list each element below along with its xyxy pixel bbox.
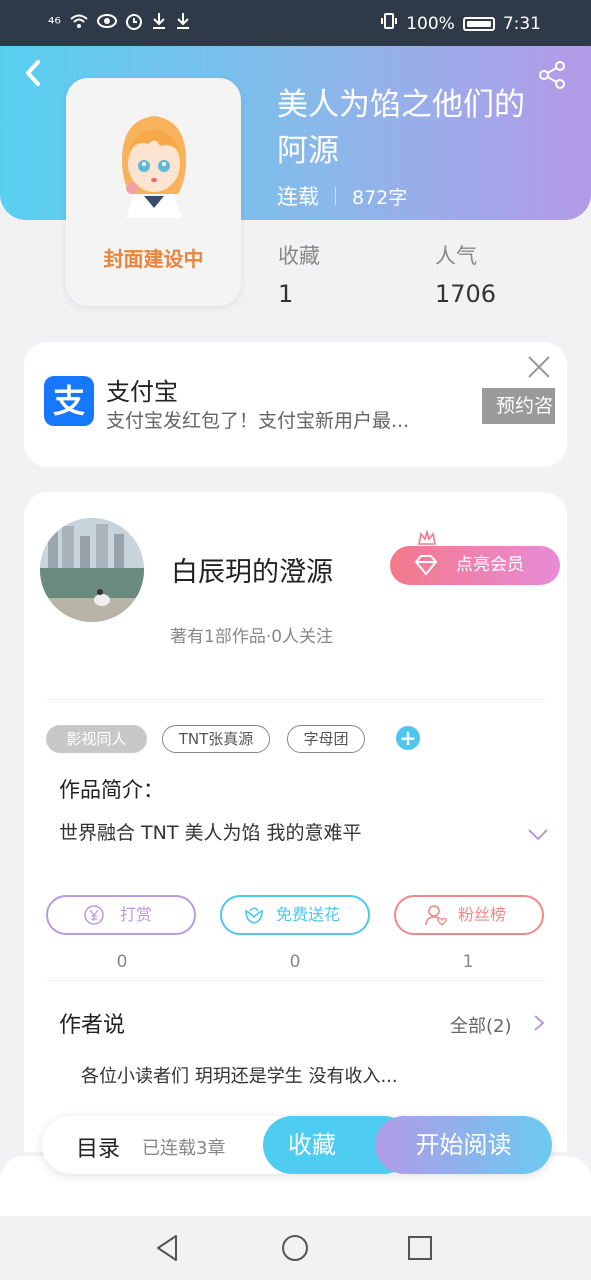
clock: 7:31 <box>502 13 541 34</box>
cover-placeholder-text: 封面建设中 <box>103 247 204 271</box>
author-say-title: 作者说 <box>59 1013 126 1038</box>
battery-icon <box>462 16 495 31</box>
battery-percent: 100% <box>406 13 455 34</box>
status-bar-left: ⁴⁶ <box>48 12 191 35</box>
tip-count: 0 <box>116 952 128 972</box>
author-say-text[interactable]: 各位小读者们 玥玥还是学生 没有收入... <box>81 1062 398 1088</box>
toc-button[interactable]: 目录 <box>76 1131 120 1163</box>
author-card: 白辰玥的澄源 点亮会员 著有1部作品·0人关注 影视同人 TNT张真源 字母团 … <box>24 492 567 1152</box>
book-cover[interactable]: 封面建设中 <box>66 78 241 306</box>
tip-label: 打赏 <box>120 905 153 924</box>
eye-icon <box>96 13 117 34</box>
flower-icon <box>245 907 263 924</box>
vip-label: 点亮会员 <box>456 555 524 575</box>
favorites-label: 收藏 <box>278 244 320 268</box>
send-flower-button[interactable]: 免费送花 <box>220 895 370 935</box>
favorites-count: 1 <box>278 280 294 308</box>
download-icon <box>175 12 191 35</box>
fans-count: 1 <box>462 952 474 972</box>
intro-text: 世界融合 TNT 美人为馅 我的意难平 <box>59 822 362 844</box>
close-icon <box>528 356 550 378</box>
flower-count: 0 <box>289 952 301 972</box>
popularity-label: 人气 <box>435 244 477 268</box>
popularity-count: 1706 <box>435 280 497 308</box>
tip-button[interactable]: 打赏 <box>46 895 196 935</box>
nav-back-icon[interactable] <box>152 1232 184 1264</box>
start-reading-button[interactable]: 开始阅读 <box>375 1116 552 1174</box>
chapter-count: 已连载3章 <box>142 1138 226 1159</box>
author-say-all-link[interactable]: 全部(2) <box>450 1012 512 1038</box>
intro-label: 作品简介： <box>59 778 164 802</box>
word-count: 872字 <box>352 186 408 209</box>
share-button[interactable] <box>536 60 568 90</box>
author-avatar[interactable] <box>40 518 144 622</box>
ad-card[interactable]: 支 支付宝 支付宝发红包了！支付宝新用户最... 预约咨 <box>24 342 567 467</box>
nav-recent-icon[interactable] <box>404 1232 436 1264</box>
wifi-icon <box>69 13 89 34</box>
avatar-photo <box>40 518 144 622</box>
nav-home-icon[interactable] <box>279 1232 311 1264</box>
send-flower-label: 免费送花 <box>276 905 341 924</box>
signal-icon: ⁴⁶ <box>48 13 61 33</box>
fans-rank-label: 粉丝榜 <box>458 905 507 924</box>
diamond-icon <box>414 555 438 576</box>
tag-fan-fiction[interactable]: 影视同人 <box>46 725 147 753</box>
status-bar: ⁴⁶ 100% 7:31 <box>0 0 591 46</box>
ad-cta-button[interactable]: 预约咨 <box>482 388 555 424</box>
book-title: 美人为馅之他们的阿源 <box>277 87 525 169</box>
author-meta: 著有1部作品·0人关注 <box>170 627 334 647</box>
add-tag-button[interactable]: + <box>396 726 420 750</box>
book-status-line: 连载 872字 <box>277 181 407 211</box>
vip-button[interactable]: 点亮会员 <box>390 546 560 585</box>
ad-description: 支付宝发红包了！支付宝新用户最... <box>106 410 410 432</box>
plus-icon: + <box>399 726 417 750</box>
alipay-logo: 支 <box>44 376 94 426</box>
status-bar-right: 100% 7:31 <box>380 12 541 35</box>
divider <box>335 187 336 205</box>
alarm-icon <box>125 12 143 35</box>
divider <box>46 699 546 700</box>
tag-letter-group[interactable]: 字母团 <box>287 725 365 753</box>
author-name[interactable]: 白辰玥的澄源 <box>171 550 333 589</box>
tag-tnt[interactable]: TNT张真源 <box>162 725 270 753</box>
cover-illustration <box>122 116 186 218</box>
fans-rank-button[interactable]: 粉丝榜 <box>394 895 544 935</box>
yuan-icon <box>84 905 104 925</box>
system-nav-bar <box>0 1216 591 1280</box>
bottom-action-bar: 目录 已连载3章 收藏 开始阅读 <box>42 1116 552 1174</box>
back-button[interactable] <box>20 56 50 90</box>
share-icon <box>539 61 565 89</box>
chevron-down-icon[interactable] <box>527 828 549 842</box>
divider <box>46 980 546 981</box>
fans-icon <box>425 905 447 926</box>
back-arrow-icon <box>26 60 40 86</box>
ad-title: 支付宝 <box>106 378 178 406</box>
crown-icon <box>418 529 436 545</box>
ad-close-button[interactable] <box>524 352 554 382</box>
download-icon <box>151 12 167 35</box>
serial-status: 连载 <box>277 185 319 209</box>
chevron-right-icon[interactable] <box>532 1013 546 1033</box>
vibrate-icon <box>380 12 398 35</box>
